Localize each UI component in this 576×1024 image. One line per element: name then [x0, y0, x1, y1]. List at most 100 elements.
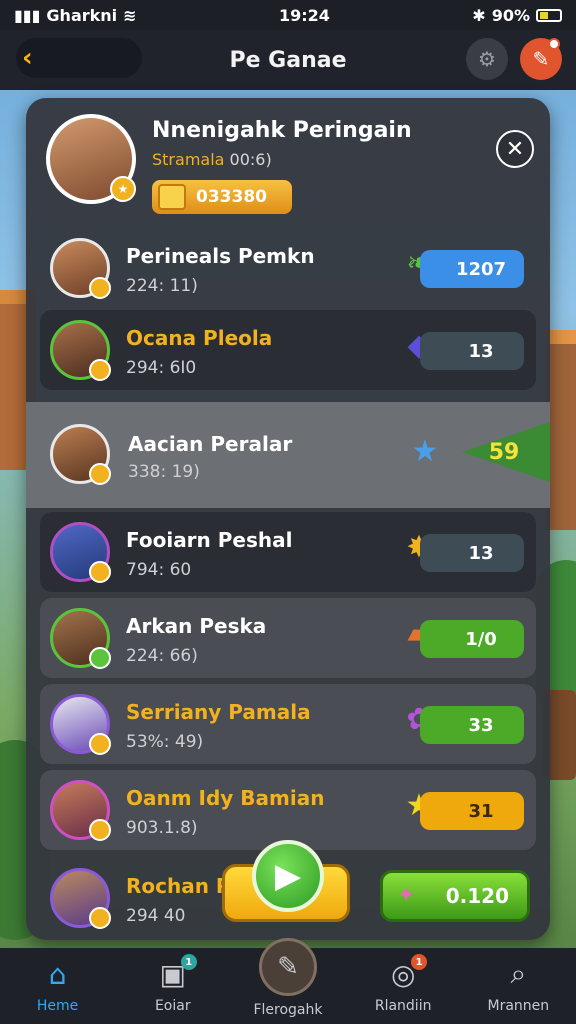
- rank-badge-icon: [89, 907, 111, 929]
- list-item[interactable]: Serriany Pamala 53%: 49) ✿ 33: [40, 684, 536, 764]
- settings-button[interactable]: ⚙: [466, 38, 508, 80]
- gem-icon: ✦: [397, 883, 416, 908]
- list-item[interactable]: Oanm Idy Bamian 903.1.8) ★ 31: [40, 770, 536, 850]
- avatar: [50, 424, 111, 485]
- nav-create[interactable]: ✎ Flerogahk: [238, 938, 338, 1018]
- claim-button[interactable]: ✦ 0.120: [380, 870, 530, 922]
- nav-label: Rlandiin: [374, 998, 432, 1014]
- play-icon: ▶: [274, 856, 302, 896]
- avatar: [50, 868, 111, 929]
- avatar: [50, 608, 111, 669]
- status-right: ✱ 90%: [472, 6, 562, 25]
- play-button[interactable]: ▶: [252, 840, 324, 912]
- player-name: Fooiarn Peshal: [126, 528, 293, 552]
- profile-name: Nnenigahk Peringain: [152, 118, 412, 143]
- player-name: Oanm Idy Bamian: [126, 786, 325, 810]
- bluetooth-icon: ✱: [472, 5, 486, 25]
- coin-amount: 033380: [196, 187, 267, 207]
- player-name: Aacian Peralar: [128, 432, 293, 456]
- search-icon: ⌕: [510, 957, 527, 990]
- player-score: 903.1.8): [126, 818, 198, 838]
- reward-pill[interactable]: 13: [420, 534, 524, 572]
- carrier-label: Gharkni: [46, 5, 118, 25]
- signal-icon: ▮▮▮: [14, 5, 41, 25]
- reward-pill[interactable]: 1/0: [420, 620, 524, 658]
- back-button[interactable]: ‹: [16, 38, 142, 78]
- star-icon: ★: [411, 433, 439, 469]
- profile-sub-accent: Stramala: [152, 150, 225, 169]
- wifi-icon: ≋: [123, 5, 137, 25]
- avatar: [50, 694, 111, 755]
- rank-badge-icon: [89, 733, 111, 755]
- reward-pill[interactable]: 31: [420, 792, 524, 830]
- list-item-highlighted[interactable]: Aacian Peralar 338: 19) ★ 59: [26, 402, 550, 508]
- list-item[interactable]: Perineals Pemkn 224: 11) ❧ 1207: [40, 228, 536, 308]
- player-name: Ocana Pleola: [126, 326, 273, 350]
- battery-icon: [535, 8, 562, 22]
- page-title: Pe Ganae: [229, 47, 347, 73]
- rank-badge-icon: [89, 819, 111, 841]
- profile-subtitle: Stramala 00:6): [152, 150, 272, 169]
- coin-icon: [158, 184, 186, 210]
- nav-badge: 1: [180, 954, 197, 970]
- home-icon: ⌂: [48, 957, 67, 991]
- player-score: 294: 6I0: [126, 358, 197, 378]
- player-name: Serriany Pamala: [126, 700, 311, 724]
- reward-pill[interactable]: 33: [420, 706, 524, 744]
- list-item[interactable]: Ocana Pleola 294: 6I0 ◆ 13: [40, 310, 536, 390]
- clock: 19:24: [278, 5, 330, 25]
- avatar: [50, 238, 111, 299]
- list-item[interactable]: Arkan Peska 224: 66) ▰ 1/0: [40, 598, 536, 678]
- reward-pill[interactable]: 1207: [420, 250, 524, 288]
- player-score: 294 40: [126, 906, 186, 926]
- profile-sub-rest: 00:6): [229, 150, 272, 169]
- megaphone-icon: ✎: [532, 47, 550, 71]
- list-item[interactable]: Fooiarn Peshal 794: 60 ✸ 13: [40, 512, 536, 592]
- nav-label: Mrannen: [487, 998, 550, 1014]
- player-score: 53%: 49): [126, 732, 204, 752]
- leaderboard-panel: ★ Nnenigahk Peringain Stramala 00:6) 033…: [26, 98, 550, 940]
- close-icon: ✕: [505, 136, 525, 162]
- player-score: 794: 60: [126, 560, 192, 580]
- reward-pill[interactable]: 59: [462, 422, 550, 482]
- brush-icon: ✎: [258, 938, 317, 996]
- battery-percent: 90%: [491, 5, 530, 25]
- nav-search[interactable]: ⌕ Mrannen: [468, 956, 568, 1014]
- nav-chat[interactable]: ▣ 1 Eoiar: [123, 954, 223, 1014]
- close-button[interactable]: ✕: [496, 130, 534, 168]
- rank-badge-icon: [89, 277, 111, 299]
- claim-amount: 0.120: [445, 884, 509, 908]
- rank-badge-icon: [89, 359, 111, 381]
- chevron-left-icon: ‹: [22, 43, 33, 73]
- rank-badge-icon: [89, 463, 111, 485]
- notification-dot: [548, 38, 560, 50]
- profile-card: ★ Nnenigahk Peringain Stramala 00:6) 033…: [26, 98, 550, 226]
- nav-badge: 1: [411, 954, 428, 970]
- avatar: [50, 522, 111, 583]
- player-name: Perineals Pemkn: [126, 244, 315, 268]
- status-bar: ▮▮▮ Gharkni ≋ 19:24 ✱ 90%: [0, 0, 576, 30]
- nav-home[interactable]: ⌂ Heme: [8, 956, 108, 1015]
- avatar: [50, 320, 111, 381]
- rank-badge-icon: [89, 647, 111, 669]
- background-house-right: [546, 330, 576, 530]
- app-header: ‹ Pe Ganae ⚙ ✎: [0, 30, 576, 90]
- player-score: 338: 19): [128, 462, 200, 482]
- reward-pill[interactable]: 13: [420, 332, 524, 370]
- coin-balance[interactable]: 033380: [152, 180, 292, 214]
- nav-label: Eoiar: [154, 998, 191, 1014]
- notifications-button[interactable]: ✎: [520, 38, 562, 80]
- bottom-nav: ⌂ Heme ▣ 1 Eoiar ✎ Flerogahk ◎ 1 Rlandii…: [0, 938, 576, 1024]
- player-score: 224: 11): [126, 276, 198, 296]
- rank-badge-icon: [89, 561, 111, 583]
- player-score: 224: 66): [126, 646, 198, 666]
- rank-badge-icon: ★: [110, 176, 136, 202]
- player-name: Arkan Peska: [126, 614, 267, 638]
- avatar[interactable]: ★: [46, 114, 136, 204]
- avatar: [50, 780, 111, 841]
- nav-target[interactable]: ◎ 1 Rlandiin: [353, 954, 453, 1014]
- gear-icon: ⚙: [478, 47, 496, 71]
- status-left: ▮▮▮ Gharkni ≋: [14, 6, 137, 25]
- nav-label: Heme: [36, 998, 79, 1014]
- nav-label: Flerogahk: [253, 1002, 323, 1018]
